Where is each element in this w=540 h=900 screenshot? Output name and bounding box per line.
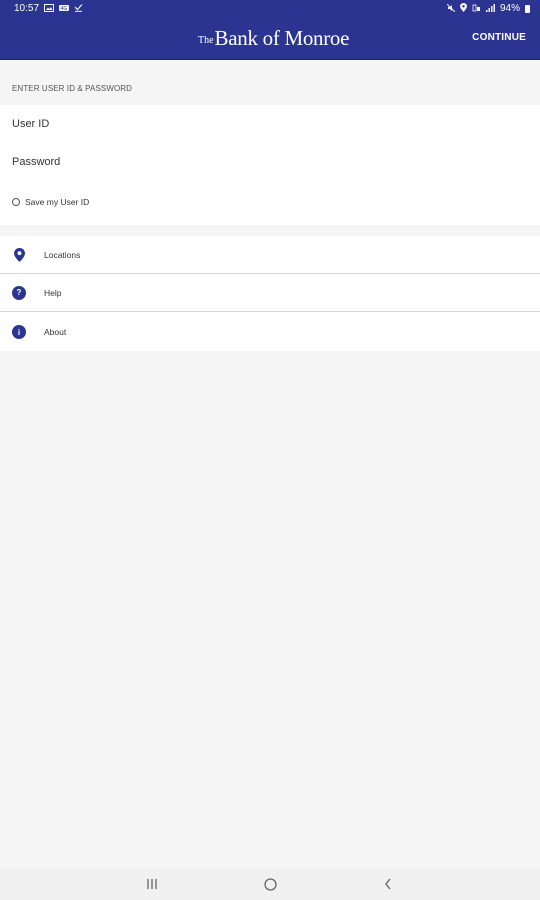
status-bar: 10:57 4G 94% xyxy=(0,0,540,17)
user-id-input[interactable] xyxy=(12,118,528,130)
login-section-header: ENTER USER ID & PASSWORD xyxy=(12,84,133,93)
save-user-id-row[interactable]: Save my User ID xyxy=(12,197,89,207)
wifi-icon xyxy=(472,4,481,14)
app-bar: TheBank of Monroe CONTINUE xyxy=(0,17,540,60)
system-nav-bar xyxy=(0,868,540,900)
status-right: 94% xyxy=(446,3,530,14)
menu-item-help[interactable]: ? Help xyxy=(0,274,540,312)
location-icon xyxy=(459,3,467,14)
sim-icon: 4G xyxy=(59,4,70,14)
info-icon: i xyxy=(12,325,26,339)
menu-list: Locations ? Help i About xyxy=(0,236,540,351)
gallery-icon xyxy=(44,3,55,14)
logo-main: Bank of Monroe xyxy=(214,26,350,50)
menu-item-label: About xyxy=(44,327,67,337)
back-icon[interactable] xyxy=(380,876,396,892)
mute-icon xyxy=(446,3,456,14)
battery-percentage: 94% xyxy=(499,3,520,14)
help-icon: ? xyxy=(12,285,26,300)
login-form: Save my User ID xyxy=(0,105,540,225)
svg-text:4G: 4G xyxy=(61,6,68,12)
info-icon-glyph: i xyxy=(12,325,26,339)
password-input[interactable] xyxy=(12,156,528,168)
status-time: 10:57 xyxy=(14,3,40,14)
home-icon[interactable] xyxy=(262,876,278,892)
menu-item-label: Help xyxy=(44,287,62,298)
save-user-id-label: Save my User ID xyxy=(25,197,90,207)
continue-button[interactable]: CONTINUE xyxy=(472,32,526,43)
menu-item-locations[interactable]: Locations xyxy=(0,236,540,274)
menu-item-about[interactable]: i About xyxy=(0,313,540,351)
recent-apps-icon[interactable] xyxy=(144,876,160,892)
battery-icon xyxy=(525,4,530,13)
download-icon xyxy=(74,3,83,14)
save-user-id-radio[interactable] xyxy=(12,198,20,206)
status-left: 10:57 4G xyxy=(14,3,83,14)
bank-logo: TheBank of Monroe xyxy=(198,26,349,51)
menu-item-label: Locations xyxy=(44,249,81,260)
signal-icon xyxy=(485,3,495,14)
location-pin-icon xyxy=(12,247,26,262)
logo-the: The xyxy=(198,35,214,46)
help-icon-glyph: ? xyxy=(12,285,26,300)
